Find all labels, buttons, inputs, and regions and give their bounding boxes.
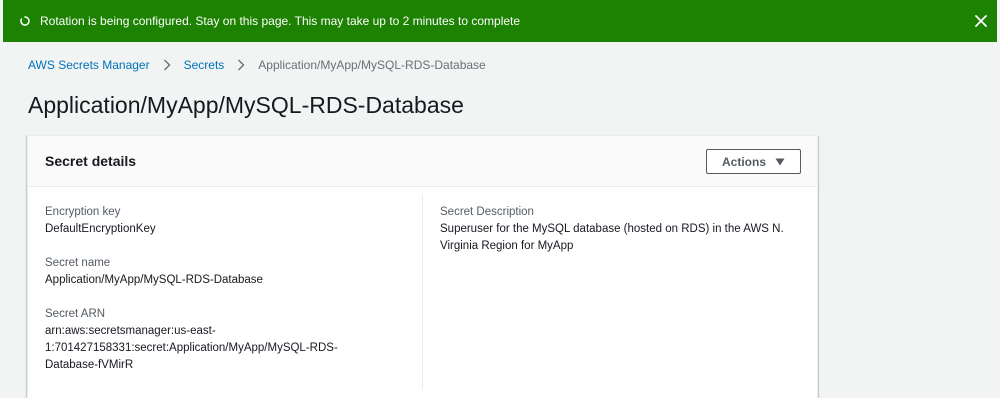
encryption-key-field: Encryption key DefaultEncryptionKey (45, 204, 156, 238)
secret-description-value-line: Superuser for the MySQL database (hosted… (440, 223, 784, 235)
secret-arn-label: Secret ARN (45, 308, 106, 320)
secret-details-panel: Secret details Actions Encryption key De… (27, 135, 818, 398)
secret-description-value-line: Virginia Region for MyApp (440, 240, 574, 252)
column-divider (422, 194, 423, 390)
secret-name-label: Secret name (45, 257, 111, 269)
flash-notification: Rotation is being configured. Stay on th… (3, 0, 997, 42)
flash-message: Rotation is being configured. Stay on th… (40, 14, 521, 28)
secret-details-header: Secret details Actions (28, 136, 817, 187)
breadcrumb: AWS Secrets Manager Secrets Application/… (28, 57, 486, 73)
page-title: Application/MyApp/MySQL-RDS-Database (28, 92, 464, 118)
secret-name-field: Secret name Application/MyApp/MySQL-RDS-… (45, 255, 263, 289)
close-icon[interactable] (974, 14, 988, 28)
breadcrumb-current: Application/MyApp/MySQL-RDS-Database (258, 58, 486, 72)
chevron-right-icon (238, 59, 245, 71)
encryption-key-value: DefaultEncryptionKey (45, 223, 156, 235)
breadcrumb-link-secrets[interactable]: Secrets (184, 58, 225, 72)
caret-down-icon (775, 158, 785, 165)
spinner-icon (20, 16, 30, 26)
secret-description-label: Secret Description (440, 206, 534, 218)
breadcrumb-link-secrets-manager[interactable]: AWS Secrets Manager (28, 58, 150, 72)
secret-arn-field: Secret ARN arn:aws:secretsmanager:us-eas… (45, 306, 338, 374)
secret-arn-value-line: Database-fVMirR (45, 359, 134, 371)
secret-detail-page: Rotation is being configured. Stay on th… (0, 0, 1000, 398)
actions-dropdown-button[interactable]: Actions (706, 149, 801, 174)
secret-name-value: Application/MyApp/MySQL-RDS-Database (45, 274, 263, 286)
encryption-key-label: Encryption key (45, 206, 121, 218)
chevron-right-icon (163, 59, 171, 71)
secret-arn-value-line: arn:aws:secretsmanager:us-east- (45, 325, 216, 337)
secret-details-title: Secret details (45, 153, 137, 169)
actions-label: Actions (721, 154, 766, 169)
secret-description-field: Secret Description Superuser for the MyS… (440, 204, 784, 255)
secret-arn-value-line: 1:701427158331:secret:Application/MyApp/… (45, 342, 338, 354)
